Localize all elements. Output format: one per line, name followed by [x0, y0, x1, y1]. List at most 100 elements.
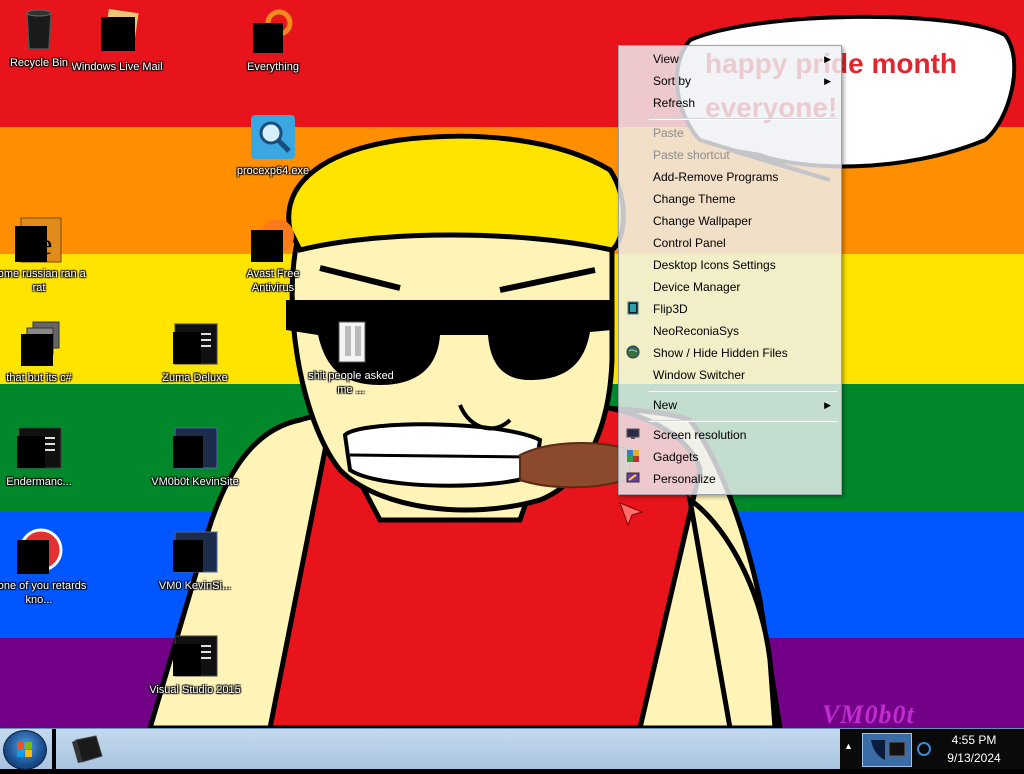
- desktop-icon-label: procexp64.exe: [236, 165, 310, 177]
- desktop-icon-label: Zuma Deluxe: [162, 372, 228, 384]
- desktop-icon-avast[interactable]: Avast Free Antivirus: [225, 216, 321, 295]
- menu-item-label: Control Panel: [653, 236, 726, 250]
- desktop-icon-some-russian-ran-a-rat[interactable]: e some russian ran a rat: [0, 216, 87, 295]
- menu-item-sort-by[interactable]: Sort by ▶: [619, 70, 841, 92]
- menu-item-desktop-icons-settings[interactable]: Desktop Icons Settings: [619, 254, 841, 276]
- mail-icon: [93, 9, 141, 57]
- desktop-icon-windows-live-mail[interactable]: Windows Live Mail: [69, 9, 165, 74]
- desktop-icon-none-of-you[interactable]: none of you retards kno...: [0, 528, 87, 607]
- menu-item-label: Personalize: [653, 472, 716, 486]
- submenu-arrow-icon: ▶: [824, 54, 831, 64]
- menu-item-label: View: [653, 52, 679, 66]
- desktop-context-menu: View ▶ Sort by ▶ Refresh Paste Paste sho…: [618, 45, 842, 495]
- menu-item-change-wallpaper[interactable]: Change Wallpaper: [619, 210, 841, 232]
- taskbar-divider: [52, 729, 56, 769]
- desktop-icon-label: shit people asked me ...: [308, 370, 394, 396]
- network-tray-icon[interactable]: [862, 733, 912, 767]
- desktop-icon-procexp64[interactable]: procexp64.exe: [225, 113, 321, 178]
- process-explorer-icon: [249, 113, 297, 161]
- menu-separator: [649, 118, 837, 120]
- desktop-icon-zuma-deluxe[interactable]: Zuma Deluxe: [147, 320, 243, 385]
- monitor-icon: [626, 428, 640, 439]
- menu-item-window-switcher[interactable]: Window Switcher: [619, 364, 841, 386]
- gadgets-icon: [627, 450, 639, 462]
- menu-item-refresh[interactable]: Refresh: [619, 92, 841, 114]
- application-icon: [171, 320, 219, 368]
- application-icon: [171, 528, 219, 576]
- menu-item-screen-resolution[interactable]: Screen resolution: [619, 424, 841, 446]
- windows-logo-icon: [17, 742, 32, 757]
- desktop-icon-shit-people-asked-me[interactable]: shit people asked me ...: [303, 318, 399, 397]
- menu-item-label: Change Wallpaper: [653, 214, 752, 228]
- menu-item-paste[interactable]: Paste: [619, 122, 841, 144]
- desktop-icon-vm0b0t-kevinsite[interactable]: VM0b0t KevinSite: [147, 424, 243, 489]
- desktop-icon-label: none of you retards kno...: [0, 580, 87, 606]
- menu-item-control-panel[interactable]: Control Panel: [619, 232, 841, 254]
- desktop-icon-that-but-its-csharp[interactable]: that but its c#: [0, 320, 87, 385]
- desktop-icon-label: Everything: [247, 61, 299, 73]
- desktop-icon-label: Avast Free Antivirus: [246, 268, 300, 294]
- menu-item-label: New: [653, 398, 678, 412]
- desktop-icon-label: VM0b0t KevinSite: [151, 476, 239, 488]
- desktop-icon-label: Windows Live Mail: [71, 61, 163, 73]
- clock-date[interactable]: 9/13/2024: [932, 751, 1016, 765]
- taskbar: ▲ 4:55 PM 9/13/2024: [0, 728, 1024, 770]
- menu-item-label: Show / Hide Hidden Files: [653, 346, 788, 360]
- menu-item-gadgets[interactable]: Gadgets: [619, 446, 841, 468]
- menu-item-label: Sort by: [653, 74, 692, 88]
- personalize-icon: [626, 472, 640, 483]
- menu-item-label: Add-Remove Programs: [653, 170, 779, 184]
- desktop-icon-label: Visual Studio 2015: [149, 684, 241, 696]
- menu-item-neoreconiasys[interactable]: NeoReconiaSys: [619, 320, 841, 342]
- everything-search-icon: [249, 9, 297, 57]
- folder-icon: [327, 318, 375, 366]
- menu-item-flip3d[interactable]: Flip3D: [619, 298, 841, 320]
- menu-item-label: Refresh: [653, 96, 696, 110]
- desktop-icon-label: Endermanc...: [6, 476, 72, 488]
- show-hidden-icons-button[interactable]: ▲: [844, 741, 856, 757]
- menu-item-label: Window Switcher: [653, 368, 746, 382]
- menu-item-change-theme[interactable]: Change Theme: [619, 188, 841, 210]
- volume-tray-icon[interactable]: [916, 739, 932, 759]
- menu-item-add-remove-programs[interactable]: Add-Remove Programs: [619, 166, 841, 188]
- menu-separator: [649, 420, 837, 422]
- menu-item-label: Paste: [653, 126, 684, 140]
- menu-item-label: Device Manager: [653, 280, 741, 294]
- menu-item-new[interactable]: New ▶: [619, 394, 841, 416]
- menu-item-device-manager[interactable]: Device Manager: [619, 276, 841, 298]
- recycle-bin-icon: [15, 5, 63, 53]
- desktop-icon-endermanch[interactable]: Endermanc...: [0, 424, 87, 489]
- desktop-icon-label: some russian ran a rat: [0, 268, 86, 294]
- ie-file-icon: e: [15, 216, 63, 264]
- menu-item-label: Flip3D: [653, 302, 688, 316]
- desktop-icon-label: that but its c#: [6, 372, 72, 384]
- menu-item-personalize[interactable]: Personalize: [619, 468, 841, 490]
- desktop-icon-everything[interactable]: Everything: [225, 9, 321, 74]
- desktop-icon-vm0-kevinsi[interactable]: VM0 KevinSi...: [147, 528, 243, 593]
- wallpaper-signature: VM0b0t: [822, 700, 915, 728]
- menu-item-label: Change Theme: [653, 192, 736, 206]
- menu-item-label: Gadgets: [653, 450, 699, 464]
- clock-time[interactable]: 4:55 PM: [932, 733, 1016, 747]
- submenu-arrow-icon: ▶: [824, 400, 831, 410]
- desktop-icon-label: VM0 KevinSi...: [158, 580, 232, 592]
- taskbar-pinned-app[interactable]: [62, 732, 114, 766]
- menu-item-label: Desktop Icons Settings: [653, 258, 776, 272]
- menu-item-view[interactable]: View ▶: [619, 48, 841, 70]
- stacked-windows-icon: [15, 320, 63, 368]
- desktop-icon-visual-studio-2015[interactable]: Visual Studio 2015: [147, 632, 243, 697]
- application-icon: [171, 632, 219, 680]
- submenu-arrow-icon: ▶: [824, 76, 831, 86]
- flip3d-icon: [627, 301, 639, 315]
- menu-item-paste-shortcut[interactable]: Paste shortcut: [619, 144, 841, 166]
- globe-icon: [626, 345, 640, 359]
- menu-separator: [649, 390, 837, 392]
- application-icon: [171, 424, 219, 472]
- avast-icon: [249, 216, 297, 264]
- device-manager-icon: [72, 735, 103, 763]
- desktop[interactable]: happy pride month everyone! VM0b0t Recyc…: [0, 0, 1024, 728]
- red-circle-icon: [15, 528, 63, 576]
- application-icon: [15, 424, 63, 472]
- start-button[interactable]: [3, 730, 47, 770]
- menu-item-show-hide-hidden-files[interactable]: Show / Hide Hidden Files: [619, 342, 841, 364]
